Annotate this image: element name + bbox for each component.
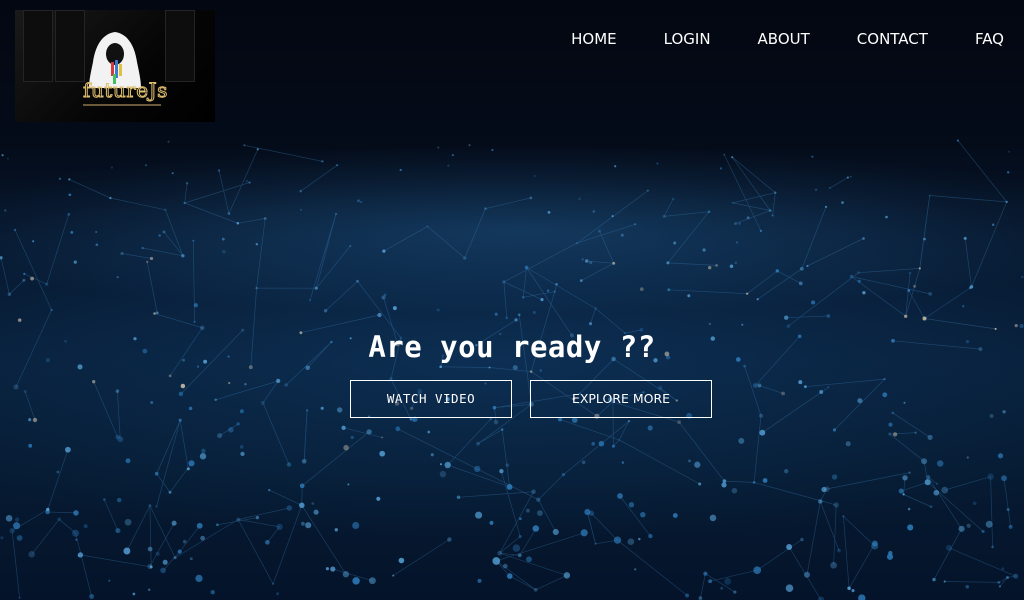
- nav-contact[interactable]: CONTACT: [857, 30, 928, 48]
- nav-login[interactable]: LOGIN: [664, 30, 711, 48]
- nav-faq[interactable]: FAQ: [975, 30, 1004, 48]
- site-logo[interactable]: futureJs: [15, 10, 215, 122]
- hero-section: futureJs HOME LOGIN ABOUT CONTACT FAQ Ar…: [0, 0, 1024, 600]
- nav-home[interactable]: HOME: [571, 30, 617, 48]
- explore-more-button[interactable]: EXPLORE MORE: [530, 380, 712, 418]
- main-nav: HOME LOGIN ABOUT CONTACT FAQ: [524, 30, 1004, 48]
- nav-about[interactable]: ABOUT: [758, 30, 810, 48]
- watch-video-button[interactable]: WATCH VIDEO: [350, 380, 512, 418]
- hero-headline: Are you ready ??: [368, 330, 656, 364]
- logo-text: futureJs: [83, 78, 168, 102]
- logo-tagline-line: [83, 104, 161, 106]
